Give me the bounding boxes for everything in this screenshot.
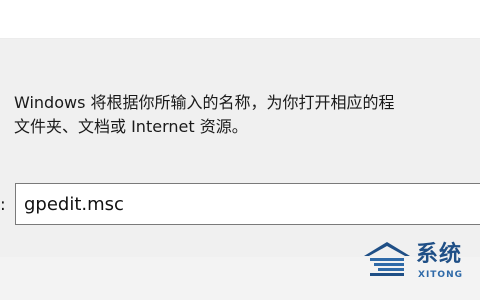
site-watermark: 系统 XITONG	[360, 236, 480, 300]
open-label: :	[0, 195, 6, 215]
dialog-title-bar	[0, 0, 480, 38]
watermark-logo-icon	[364, 242, 410, 276]
watermark-text-en: XITONG	[418, 270, 463, 280]
description-line-2: 文件夹、文档或 Internet 资源。	[14, 117, 248, 136]
dialog-description: Windows 将根据你所输入的名称，为你打开相应的程 文件夹、文档或 Inte…	[14, 91, 480, 139]
description-line-1: Windows 将根据你所输入的名称，为你打开相应的程	[14, 93, 395, 112]
run-dialog: Windows 将根据你所输入的名称，为你打开相应的程 文件夹、文档或 Inte…	[0, 0, 480, 300]
open-input[interactable]	[15, 183, 480, 225]
watermark-text-cn: 系统	[416, 242, 463, 267]
